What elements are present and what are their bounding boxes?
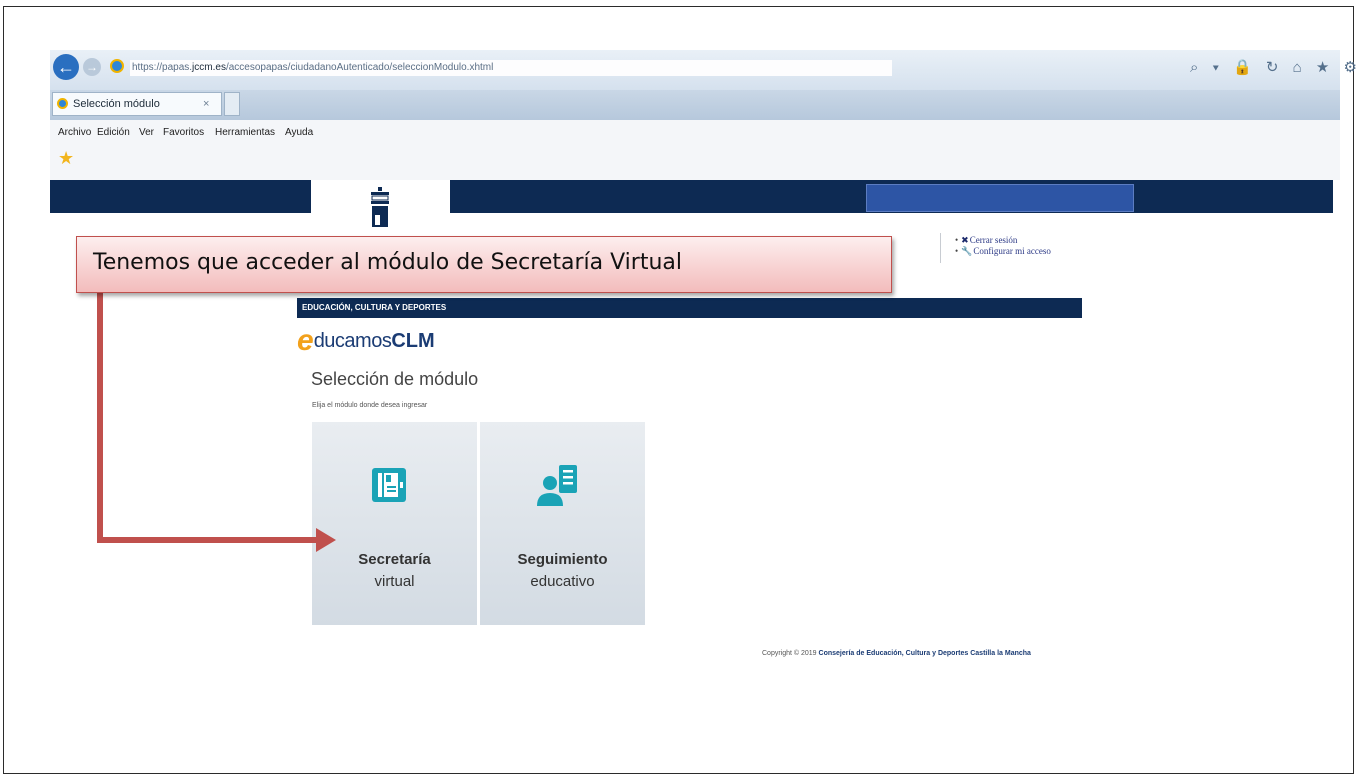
module-tile-seguimiento-educativo[interactable]: Seguimiento educativo: [480, 422, 645, 625]
menu-ver[interactable]: Ver: [139, 127, 154, 138]
menu-archivo[interactable]: Archivo: [58, 127, 91, 138]
favorites-bar: [50, 146, 1340, 180]
module-tile-secretaria-virtual[interactable]: Secretaría virtual: [312, 422, 477, 625]
forward-button[interactable]: →: [83, 58, 101, 76]
callout-text: Tenemos que acceder al módulo de Secreta…: [93, 250, 683, 275]
user-menu: • ✖Cerrar sesión • 🔧Configurar mi acceso: [955, 235, 1051, 257]
back-button[interactable]: ←: [53, 54, 79, 80]
close-icon: ✖: [961, 235, 969, 245]
url-domain: jccm.es: [192, 62, 226, 73]
menu-edicion[interactable]: Edición: [97, 127, 130, 138]
site-header-band: [50, 180, 1333, 213]
configure-access-link[interactable]: • 🔧Configurar mi acceso: [955, 246, 1051, 257]
menu-ayuda[interactable]: Ayuda: [285, 127, 313, 138]
department-name: EDUCACIÓN, CULTURA Y DEPORTES: [302, 303, 447, 312]
copyright-footer: Copyright © 2019 Consejería de Educación…: [762, 650, 1031, 657]
header-user-box: [866, 184, 1134, 212]
logout-link[interactable]: • ✖Cerrar sesión: [955, 235, 1051, 246]
ie-tab-icon: [57, 98, 68, 109]
arrow-horizontal: [97, 537, 319, 543]
tab-seleccion-modulo[interactable]: Selección módulo ×: [52, 92, 222, 116]
arrow-vertical: [97, 293, 103, 542]
menu-favoritos[interactable]: Favoritos: [163, 127, 204, 138]
module-label-line2: virtual: [374, 573, 415, 590]
user-menu-divider: [940, 233, 941, 263]
ie-site-icon: [110, 59, 124, 73]
new-tab-button[interactable]: [224, 92, 240, 116]
person-document-icon: [537, 465, 577, 506]
page-title: Selección de módulo: [311, 369, 479, 389]
menu-herramientas[interactable]: Herramientas: [215, 127, 275, 138]
browser-toolbar-icons[interactable]: ⌕ ▾ 🔒 ↻ ⌂ ★ ⚙: [1190, 58, 1359, 76]
department-band: EDUCACIÓN, CULTURA Y DEPORTES: [297, 298, 1082, 318]
module-label-line2: educativo: [530, 573, 595, 590]
page-subtitle: Elija el módulo donde desea ingresar: [312, 402, 428, 409]
module-label-line1: Secretaría: [358, 551, 431, 568]
arrow-head-icon: [316, 528, 336, 552]
favorites-star-icon[interactable]: ★: [58, 148, 74, 169]
url-field[interactable]: https://papas.jccm.es/accesopapas/ciudad…: [130, 60, 892, 76]
tab-label: Selección módulo: [73, 98, 160, 110]
url-path: /accesopapas/ciudadanoAutenticado/selecc…: [225, 62, 494, 73]
book-icon: [372, 468, 406, 502]
educamosclm-logo: educamosCLM: [297, 324, 435, 357]
wrench-icon: 🔧: [961, 246, 973, 256]
tab-close-icon[interactable]: ×: [203, 93, 209, 115]
coat-of-arms-icon: [371, 187, 389, 227]
tab-strip: [50, 90, 1340, 120]
url-prefix: https://papas.: [132, 62, 193, 73]
instruction-callout: Tenemos que acceder al módulo de Secreta…: [76, 236, 892, 293]
module-label-line1: Seguimiento: [517, 551, 608, 568]
